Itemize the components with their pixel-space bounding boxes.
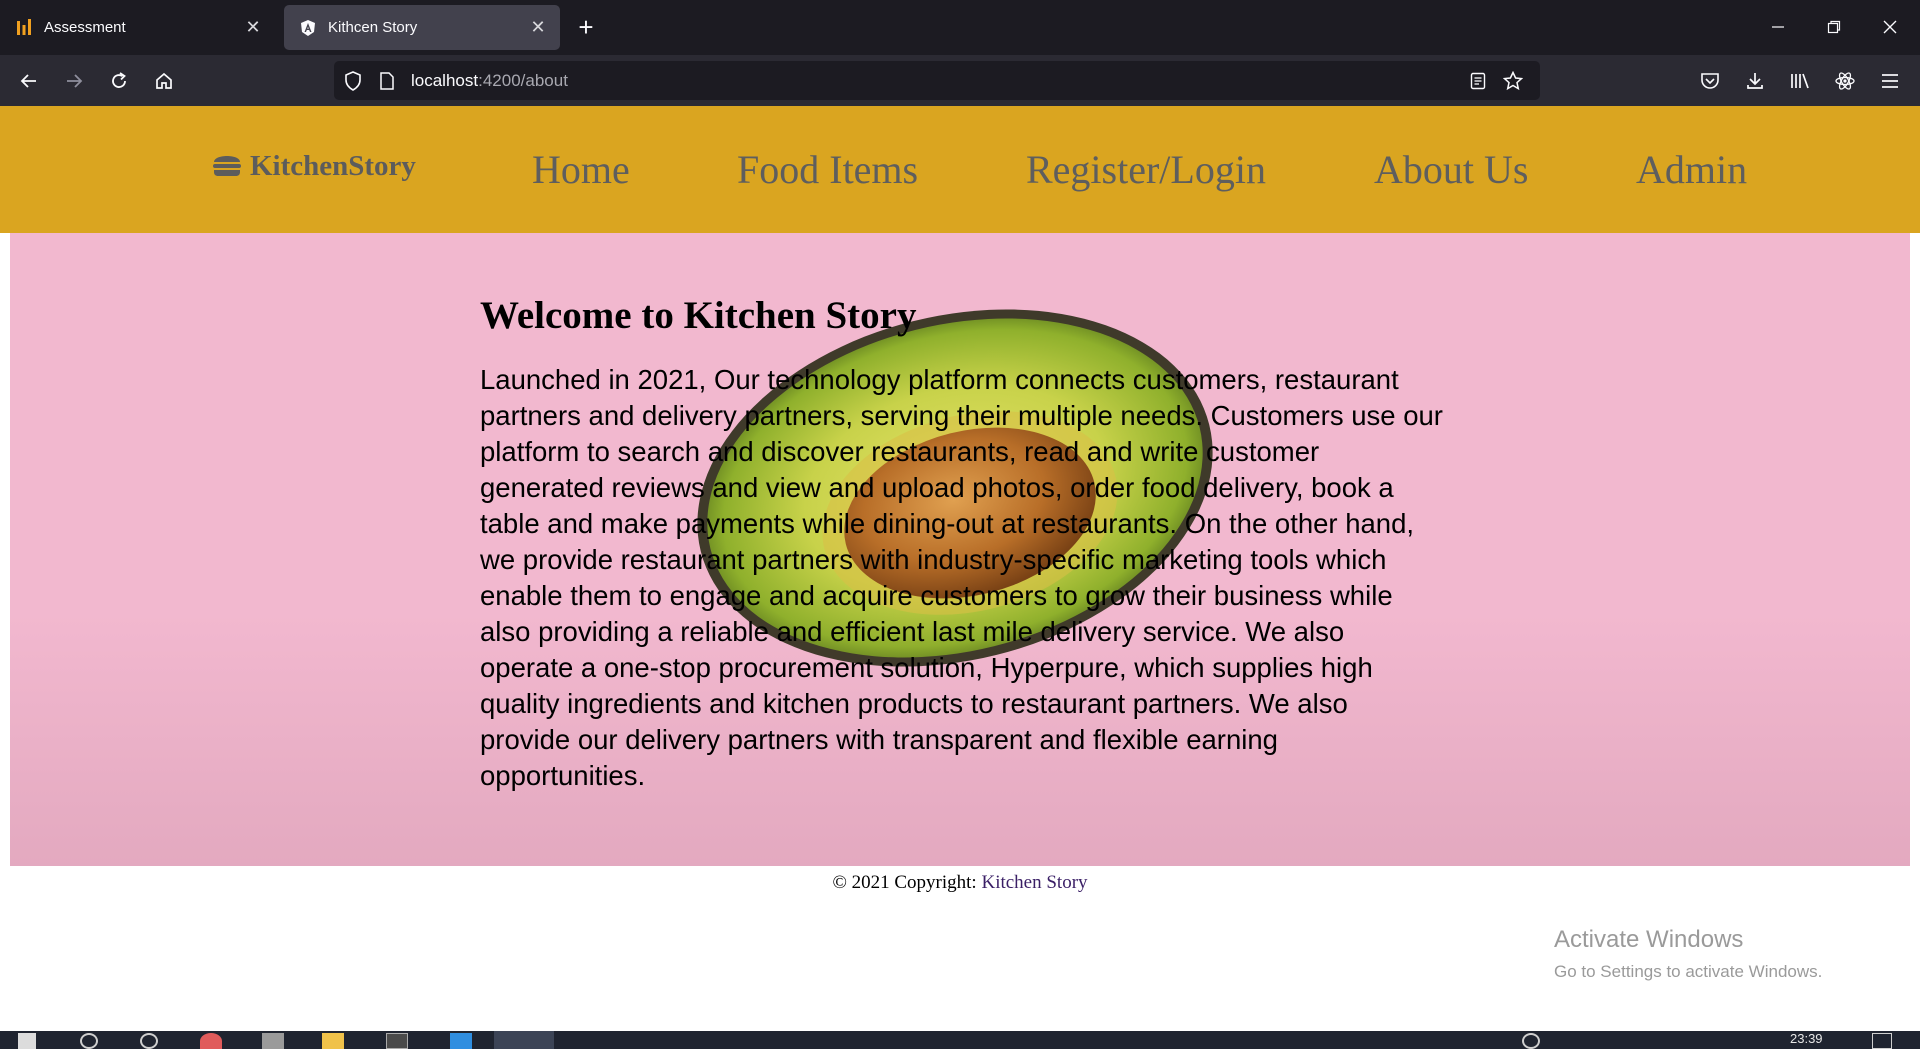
page-icon [376, 70, 398, 92]
footer-brand-link[interactable]: Kitchen Story [981, 872, 1087, 893]
angular-favicon-icon [298, 18, 318, 38]
vscode-icon[interactable] [450, 1033, 472, 1049]
browser-app-icon[interactable] [200, 1033, 222, 1049]
about-paragraph: Launched in 2021, Our technology platfor… [480, 364, 1443, 791]
site-header: KitchenStory Home Food Items Register/Lo… [0, 106, 1920, 233]
about-hero: Welcome to Kitchen Story Launched in 202… [10, 233, 1910, 866]
file-explorer-icon[interactable] [322, 1033, 344, 1049]
downloads-icon[interactable] [1738, 64, 1772, 98]
notepad-app-icon[interactable] [262, 1033, 284, 1049]
copyright-text: © 2021 Copyright: [832, 872, 977, 893]
tab-title: Assessment [44, 19, 126, 36]
start-icon[interactable] [18, 1033, 36, 1049]
browser-toolbar: localhost:4200/about [0, 55, 1920, 106]
shield-icon[interactable] [342, 70, 364, 92]
back-arrow-icon[interactable] [12, 64, 46, 98]
close-tab-icon[interactable]: ✕ [243, 17, 263, 38]
brand-link[interactable]: KitchenStory [212, 150, 416, 183]
url-bar[interactable]: localhost:4200/about [334, 61, 1540, 100]
url-text[interactable]: localhost:4200/about [411, 71, 568, 91]
library-icon[interactable] [1783, 64, 1817, 98]
tray-icon[interactable] [1522, 1033, 1540, 1049]
close-window-icon[interactable] [1870, 12, 1910, 42]
tab-kitchen-story[interactable]: Kithcen Story ✕ [284, 5, 560, 50]
notifications-icon[interactable] [1872, 1033, 1892, 1049]
close-tab-icon[interactable]: ✕ [528, 17, 548, 38]
reload-icon[interactable] [102, 64, 136, 98]
search-icon[interactable] [80, 1033, 98, 1049]
windows-taskbar: 23:39 [0, 1031, 1920, 1049]
about-content: Welcome to Kitchen Story Launched in 202… [480, 293, 1460, 794]
brand-name: KitchenStory [250, 150, 416, 182]
nav-food-items[interactable]: Food Items [737, 146, 918, 193]
forward-arrow-icon[interactable] [57, 64, 91, 98]
bookmark-star-icon[interactable] [1502, 70, 1524, 92]
watermark-subtitle: Go to Settings to activate Windows. [1554, 962, 1823, 981]
watermark-title: Activate Windows [1554, 926, 1744, 953]
url-host: localhost [411, 71, 479, 90]
home-icon[interactable] [147, 64, 181, 98]
minimize-window-icon[interactable] [1758, 12, 1798, 42]
burger-icon [212, 151, 242, 182]
task-view-icon[interactable] [140, 1033, 158, 1049]
tab-title: Kithcen Story [328, 19, 418, 36]
menu-hamburger-icon[interactable] [1873, 64, 1907, 98]
browser-tab-strip: Assessment ✕ Kithcen Story ✕ + [0, 0, 1920, 55]
pocket-icon[interactable] [1693, 64, 1727, 98]
nav-admin[interactable]: Admin [1636, 146, 1747, 193]
activate-windows-watermark: Activate Windows Go to Settings to activ… [1554, 926, 1822, 982]
reader-view-icon[interactable] [1467, 70, 1489, 92]
nav-home[interactable]: Home [532, 146, 630, 193]
react-devtools-icon[interactable] [1828, 64, 1862, 98]
new-tab-button[interactable]: + [572, 14, 600, 42]
url-path: :4200/about [478, 71, 568, 90]
nav-register-login[interactable]: Register/Login [1026, 146, 1266, 193]
clock-time[interactable]: 23:39 [1790, 1031, 1823, 1046]
tab-assessment[interactable]: Assessment ✕ [0, 5, 275, 50]
restore-window-icon[interactable] [1814, 12, 1854, 42]
terminal-icon[interactable] [386, 1033, 408, 1049]
footer: © 2021 Copyright: Kitchen Story [0, 872, 1920, 894]
assessment-favicon-icon [14, 18, 34, 38]
page-title: Welcome to Kitchen Story [480, 294, 917, 337]
nav-about-us[interactable]: About Us [1374, 146, 1528, 193]
firefox-taskbar-item[interactable] [494, 1031, 554, 1049]
